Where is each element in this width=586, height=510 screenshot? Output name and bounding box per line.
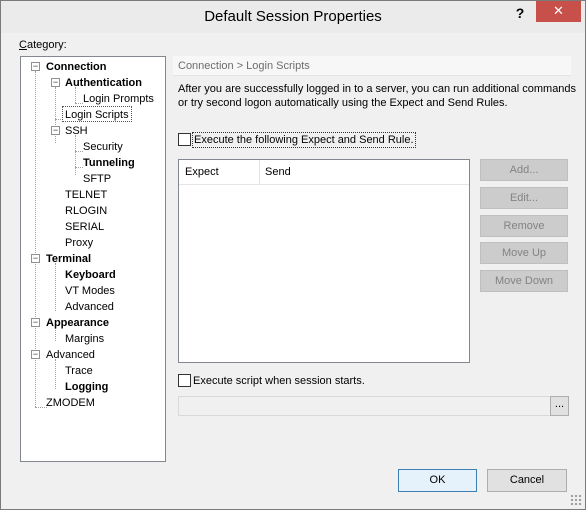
collapse-toggle-connection[interactable]: − [31, 62, 40, 71]
tree-item-login-prompts[interactable]: Login Prompts [83, 91, 154, 107]
collapse-toggle-advanced[interactable]: − [31, 350, 40, 359]
collapse-toggle-terminal[interactable]: − [31, 254, 40, 263]
description-text: After you are successfully logged in to … [178, 83, 577, 109]
tree-item-authentication[interactable]: Authentication [65, 75, 142, 91]
execute-rule-label[interactable]: Execute the following Expect and Send Ru… [192, 132, 416, 148]
execute-rule-checkbox[interactable] [178, 133, 191, 146]
tree-item-sftp[interactable]: SFTP [83, 171, 111, 187]
tree-line [75, 167, 83, 168]
title-bar: Default Session Properties ? ✕ [1, 1, 585, 33]
help-button[interactable]: ? [513, 4, 527, 22]
resize-grip[interactable] [570, 494, 582, 506]
tree-item-telnet[interactable]: TELNET [65, 187, 107, 203]
section-header: Connection > Login Scripts [173, 56, 571, 76]
remove-button[interactable]: Remove [480, 215, 568, 237]
move-down-button[interactable]: Move Down [480, 270, 568, 292]
category-label-accel: C [19, 39, 27, 51]
edit-button[interactable]: Edit... [480, 187, 568, 209]
tree-item-keyboard[interactable]: Keyboard [65, 267, 116, 283]
move-up-button[interactable]: Move Up [480, 242, 568, 264]
tree-item-logging[interactable]: Logging [65, 379, 108, 395]
tree-item-tunneling[interactable]: Tunneling [83, 155, 135, 171]
tree-item-trace[interactable]: Trace [65, 363, 93, 379]
tree-line [75, 151, 83, 152]
tree-item-terminal[interactable]: Terminal [46, 251, 91, 267]
list-header: Expect Send [179, 160, 469, 185]
category-tree[interactable]: − − − − − − Connection Authentication Lo… [20, 56, 166, 462]
tree-item-terminal-advanced[interactable]: Advanced [65, 299, 114, 315]
tree-item-margins[interactable]: Margins [65, 331, 104, 347]
expect-send-list[interactable]: Expect Send [178, 159, 470, 363]
tree-line [75, 103, 83, 104]
dialog-window: Default Session Properties ? ✕ Category:… [0, 0, 586, 510]
tree-line [55, 359, 56, 389]
category-label: Category: [19, 39, 67, 51]
browse-button[interactable]: ... [550, 396, 569, 416]
add-button[interactable]: Add... [480, 159, 568, 181]
tree-item-login-scripts[interactable]: Login Scripts [62, 106, 132, 122]
tree-item-advanced[interactable]: Advanced [46, 347, 95, 363]
tree-item-rlogin[interactable]: RLOGIN [65, 203, 107, 219]
tree-item-zmodem[interactable]: ZMODEM [46, 395, 95, 411]
tree-item-vt-modes[interactable]: VT Modes [65, 283, 115, 299]
execute-script-checkbox[interactable] [178, 374, 191, 387]
column-header-send[interactable]: Send [259, 160, 469, 185]
tree-line [55, 263, 56, 311]
tree-line [75, 135, 76, 175]
collapse-toggle-appearance[interactable]: − [31, 318, 40, 327]
tree-item-appearance[interactable]: Appearance [46, 315, 109, 331]
tree-item-security[interactable]: Security [83, 139, 123, 155]
cancel-button[interactable]: Cancel [487, 469, 567, 492]
tree-item-proxy[interactable]: Proxy [65, 235, 93, 251]
column-header-expect[interactable]: Expect [179, 160, 259, 185]
close-button[interactable]: ✕ [536, 1, 581, 22]
script-path-input[interactable] [178, 396, 552, 416]
category-label-text: ategory: [26, 39, 67, 51]
collapse-toggle-ssh[interactable]: − [51, 126, 60, 135]
collapse-toggle-authentication[interactable]: − [51, 78, 60, 87]
dialog-title: Default Session Properties [204, 8, 382, 25]
tree-item-serial[interactable]: SERIAL [65, 219, 104, 235]
tree-item-connection[interactable]: Connection [46, 59, 107, 75]
execute-script-label[interactable]: Execute script when session starts. [193, 374, 365, 388]
ok-button[interactable]: OK [398, 469, 477, 492]
tree-item-ssh[interactable]: SSH [65, 123, 88, 139]
